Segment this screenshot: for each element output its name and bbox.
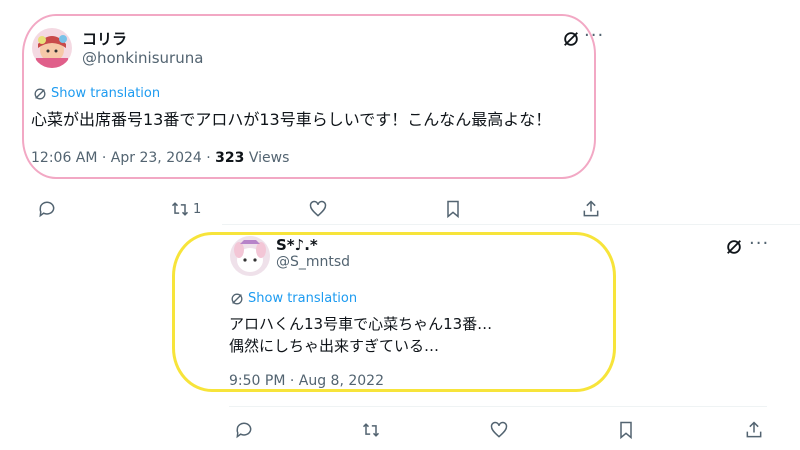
like-button[interactable] bbox=[489, 420, 509, 440]
avatar-image bbox=[230, 236, 270, 276]
retweet-icon bbox=[362, 423, 380, 437]
show-translation-label[interactable]: Show translation bbox=[248, 291, 357, 306]
more-options-icon[interactable]: ··· bbox=[749, 233, 769, 254]
views-label: Views bbox=[244, 150, 290, 166]
like-icon bbox=[309, 200, 327, 217]
tweet-text: 心菜が出席番号13番でアロハが13号車らしいです！こんなん最高よな！ bbox=[31, 110, 552, 129]
bookmark-button[interactable] bbox=[616, 420, 636, 440]
like-button[interactable] bbox=[308, 199, 328, 219]
divider bbox=[229, 406, 767, 407]
translate-icon bbox=[34, 88, 46, 99]
retweet-button[interactable] bbox=[361, 420, 381, 440]
share-button[interactable] bbox=[581, 199, 601, 219]
reply-button[interactable] bbox=[234, 420, 254, 440]
tweet-text-line-1: アロハくん13号車で心菜ちゃん13番… bbox=[229, 315, 493, 333]
tweet-meta: 12:06 AM · Apr 23, 2024 · 323 Views bbox=[31, 150, 289, 166]
grok-icon[interactable] bbox=[725, 238, 743, 256]
user-handle[interactable]: @S_mntsd bbox=[276, 254, 350, 270]
share-button[interactable] bbox=[744, 420, 764, 440]
show-translation-link[interactable]: Show translation bbox=[33, 86, 160, 101]
share-icon bbox=[746, 421, 762, 438]
tweet-1[interactable]: コリラ @honkinisuruna ··· Show translation … bbox=[0, 0, 620, 230]
bookmark-icon bbox=[620, 421, 632, 440]
retweet-button[interactable]: 1 bbox=[170, 199, 201, 219]
like-icon bbox=[490, 421, 508, 438]
timestamp[interactable]: 12:06 AM · Apr 23, 2024 · bbox=[31, 150, 215, 166]
avatar-s-mntsd[interactable] bbox=[230, 236, 270, 276]
retweet-count: 1 bbox=[193, 201, 202, 217]
bookmark-button[interactable] bbox=[443, 199, 463, 219]
more-options-icon[interactable]: ··· bbox=[584, 25, 604, 46]
display-name[interactable]: S*♪.* bbox=[276, 236, 318, 254]
reply-button[interactable] bbox=[37, 199, 57, 219]
display-name[interactable]: コリラ bbox=[82, 28, 127, 49]
translate-icon bbox=[231, 293, 243, 304]
avatar-korira[interactable] bbox=[32, 28, 72, 68]
user-handle[interactable]: @honkinisuruna bbox=[82, 49, 203, 67]
timestamp[interactable]: 9:50 PM · Aug 8, 2022 bbox=[229, 373, 384, 389]
bookmark-icon bbox=[447, 200, 459, 219]
reply-icon bbox=[236, 422, 252, 439]
share-icon bbox=[583, 200, 599, 217]
grok-icon[interactable] bbox=[562, 30, 580, 48]
reply-icon bbox=[39, 201, 55, 218]
tweet-text-line-2: 偶然にしちゃ出来すぎている… bbox=[229, 337, 440, 355]
show-translation-label[interactable]: Show translation bbox=[51, 86, 160, 101]
retweet-icon bbox=[171, 202, 189, 216]
views-count: 323 bbox=[215, 150, 245, 166]
show-translation-link[interactable]: Show translation bbox=[230, 291, 357, 306]
avatar-image bbox=[32, 28, 72, 68]
